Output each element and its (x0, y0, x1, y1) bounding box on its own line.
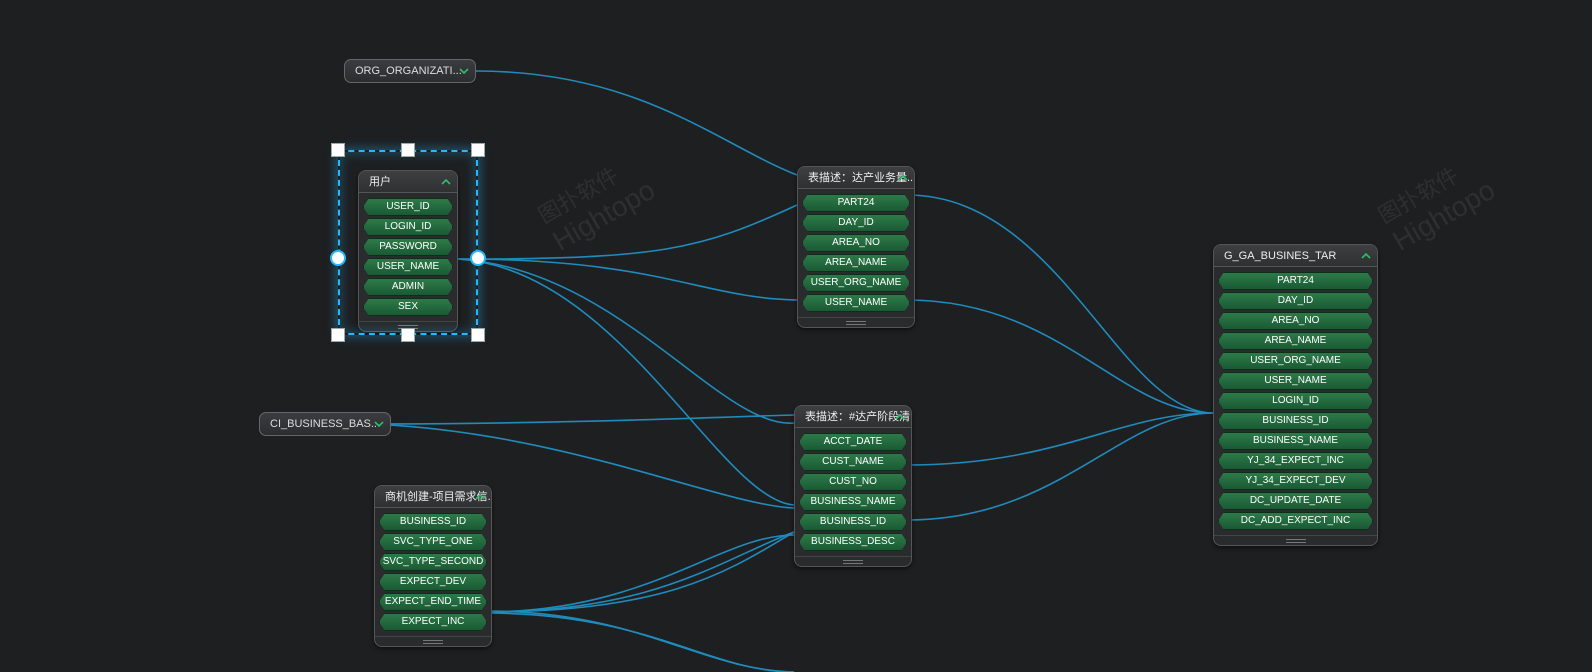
field-user-org-name[interactable]: USER_ORG_NAME (802, 274, 910, 292)
resize-handle-sw[interactable] (331, 328, 345, 342)
field-login-id[interactable]: LOGIN_ID (1218, 392, 1373, 410)
field-svc-type-one[interactable]: SVC_TYPE_ONE (379, 533, 487, 551)
field-user-name[interactable]: USER_NAME (363, 258, 453, 276)
field-yj34-expect-dev[interactable]: YJ_34_EXPECT_DEV (1218, 472, 1373, 490)
field-business-id[interactable]: BUSINESS_ID (799, 513, 907, 531)
resize-grip[interactable] (375, 636, 491, 646)
field-business-name[interactable]: BUSINESS_NAME (799, 493, 907, 511)
node-header[interactable]: 表描述：达产业务量.. (798, 167, 914, 189)
connection-port-right[interactable] (470, 250, 486, 266)
field-expect-dev[interactable]: EXPECT_DEV (379, 573, 487, 591)
node-title: CI_BUSINESS_BAS.. (270, 418, 377, 430)
node-title: 用户 (369, 176, 391, 188)
chevron-up-icon (475, 492, 485, 502)
resize-grip[interactable] (795, 556, 911, 566)
chevron-up-icon (1361, 251, 1371, 261)
node-org-organization[interactable]: ORG_ORGANIZATI... (344, 59, 476, 83)
node-desc2[interactable]: 表描述：#达产阶段清.. ACCT_DATE CUST_NAME CUST_NO… (794, 405, 912, 567)
field-area-name[interactable]: AREA_NAME (802, 254, 910, 272)
field-expect-end-time[interactable]: EXPECT_END_TIME (379, 593, 487, 611)
chevron-down-icon (374, 419, 384, 429)
node-desc1[interactable]: 表描述：达产业务量.. PART24 DAY_ID AREA_NO AREA_N… (797, 166, 915, 328)
node-user[interactable]: 用户 USER_ID LOGIN_ID PASSWORD USER_NAME A… (358, 170, 458, 332)
node-title: ORG_ORGANIZATI... (355, 65, 462, 77)
field-password[interactable]: PASSWORD (363, 238, 453, 256)
node-header[interactable]: 用户 (359, 171, 457, 193)
node-biz[interactable]: 商机创建-项目需求信.. BUSINESS_ID SVC_TYPE_ONE SV… (374, 485, 492, 647)
resize-handle-n[interactable] (401, 143, 415, 157)
field-area-no[interactable]: AREA_NO (1218, 312, 1373, 330)
chevron-down-icon (459, 66, 469, 76)
resize-handle-ne[interactable] (471, 143, 485, 157)
resize-handle-se[interactable] (471, 328, 485, 342)
field-area-name[interactable]: AREA_NAME (1218, 332, 1373, 350)
field-cust-name[interactable]: CUST_NAME (799, 453, 907, 471)
field-list: ACCT_DATE CUST_NAME CUST_NO BUSINESS_NAM… (795, 428, 911, 556)
field-part24[interactable]: PART24 (802, 194, 910, 212)
field-svc-type-second[interactable]: SVC_TYPE_SECOND (379, 553, 487, 571)
field-day-id[interactable]: DAY_ID (802, 214, 910, 232)
chevron-up-icon (441, 177, 451, 187)
chevron-up-icon (895, 412, 905, 422)
field-user-name[interactable]: USER_NAME (802, 294, 910, 312)
resize-grip[interactable] (798, 317, 914, 327)
field-list: PART24 DAY_ID AREA_NO AREA_NAME USER_ORG… (798, 189, 914, 317)
watermark: 图扑软件Hightopo (1372, 146, 1501, 257)
resize-grip[interactable] (359, 321, 457, 331)
node-header[interactable]: 商机创建-项目需求信.. (375, 486, 491, 508)
field-business-desc[interactable]: BUSINESS_DESC (799, 533, 907, 551)
field-dc-update-date[interactable]: DC_UPDATE_DATE (1218, 492, 1373, 510)
field-user-org-name[interactable]: USER_ORG_NAME (1218, 352, 1373, 370)
field-login-id[interactable]: LOGIN_ID (363, 218, 453, 236)
field-part24[interactable]: PART24 (1218, 272, 1373, 290)
field-day-id[interactable]: DAY_ID (1218, 292, 1373, 310)
field-yj34-expect-inc[interactable]: YJ_34_EXPECT_INC (1218, 452, 1373, 470)
node-header[interactable]: 表描述：#达产阶段清.. (795, 406, 911, 428)
field-admin[interactable]: ADMIN (363, 278, 453, 296)
field-business-name[interactable]: BUSINESS_NAME (1218, 432, 1373, 450)
field-sex[interactable]: SEX (363, 298, 453, 316)
field-business-id[interactable]: BUSINESS_ID (1218, 412, 1373, 430)
field-list: BUSINESS_ID SVC_TYPE_ONE SVC_TYPE_SECOND… (375, 508, 491, 636)
field-list: PART24 DAY_ID AREA_NO AREA_NAME USER_ORG… (1214, 267, 1377, 535)
field-cust-no[interactable]: CUST_NO (799, 473, 907, 491)
watermark: 图扑软件Hightopo (532, 146, 661, 257)
field-business-id[interactable]: BUSINESS_ID (379, 513, 487, 531)
field-list: USER_ID LOGIN_ID PASSWORD USER_NAME ADMI… (359, 193, 457, 321)
node-header[interactable]: G_GA_BUSINES_TAR (1214, 245, 1377, 267)
field-area-no[interactable]: AREA_NO (802, 234, 910, 252)
field-dc-add-expect-inc[interactable]: DC_ADD_EXPECT_INC (1218, 512, 1373, 530)
field-acct-date[interactable]: ACCT_DATE (799, 433, 907, 451)
resize-handle-nw[interactable] (331, 143, 345, 157)
node-ci-business-bas[interactable]: CI_BUSINESS_BAS.. (259, 412, 391, 436)
field-expect-inc[interactable]: EXPECT_INC (379, 613, 487, 631)
field-user-id[interactable]: USER_ID (363, 198, 453, 216)
resize-grip[interactable] (1214, 535, 1377, 545)
connection-port-left[interactable] (330, 250, 346, 266)
field-user-name[interactable]: USER_NAME (1218, 372, 1373, 390)
node-target[interactable]: G_GA_BUSINES_TAR PART24 DAY_ID AREA_NO A… (1213, 244, 1378, 546)
chevron-up-icon (898, 173, 908, 183)
node-title: G_GA_BUSINES_TAR (1224, 250, 1336, 262)
